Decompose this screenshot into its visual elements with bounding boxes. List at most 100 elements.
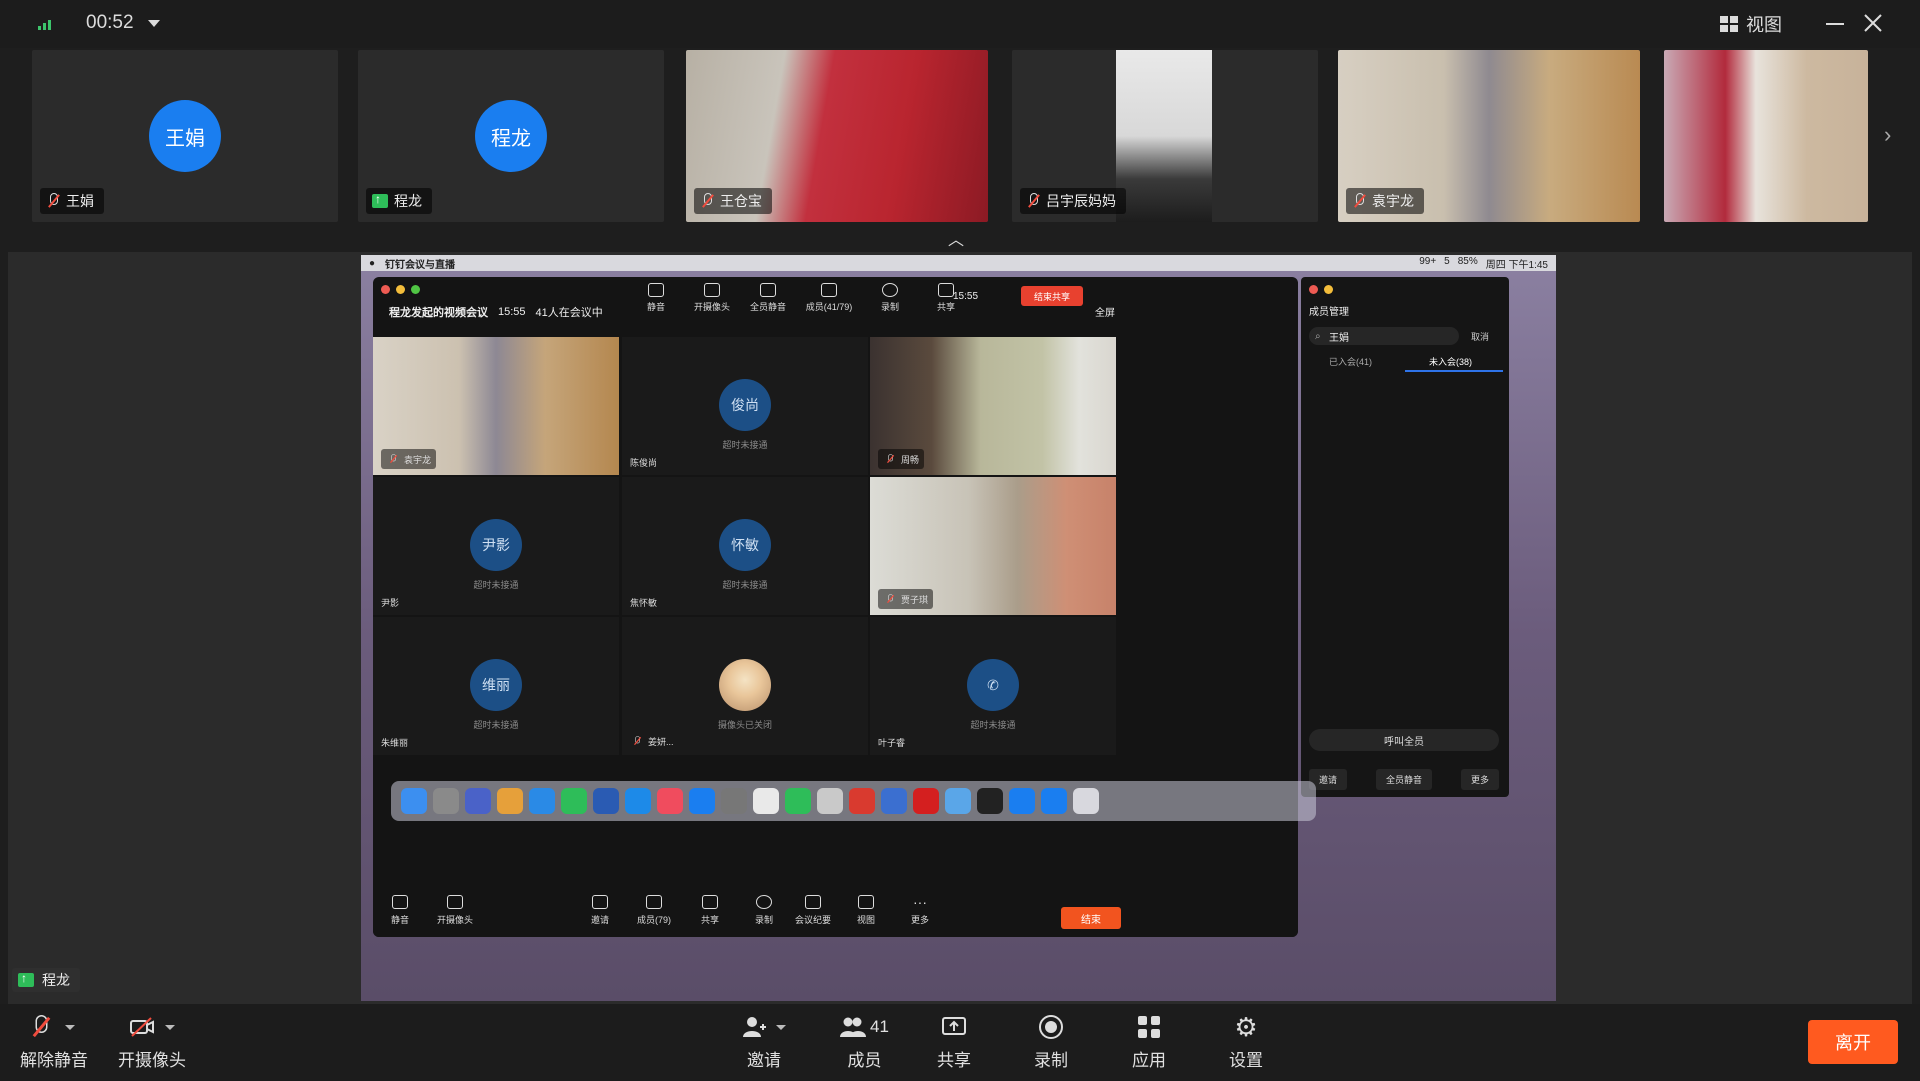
invite-button[interactable]: 邀请 <box>591 895 609 926</box>
record-icon <box>882 283 898 297</box>
acrobat-icon[interactable] <box>913 788 939 814</box>
app-icon[interactable] <box>817 788 843 814</box>
view-button[interactable]: 视图 <box>1720 10 1782 38</box>
members-button[interactable]: 成员(41/79) <box>803 283 855 313</box>
video-tile[interactable]: 摄像头已关闭 姜妍... <box>622 617 868 755</box>
participant-thumb[interactable]: 袁宇龙 <box>1338 50 1640 222</box>
wps-icon[interactable] <box>849 788 875 814</box>
safari-icon[interactable] <box>625 788 651 814</box>
active-tab-indicator <box>1405 370 1503 372</box>
music-icon[interactable] <box>657 788 683 814</box>
mic-off-icon <box>30 1015 51 1039</box>
view-label: 视图 <box>1746 15 1782 35</box>
meeting-time: 15:55 <box>498 306 526 318</box>
more-button[interactable]: ··· 更多 <box>911 895 929 926</box>
video-tile[interactable]: 尹影 超时未接通 尹影 <box>373 477 619 615</box>
mute-button[interactable]: 静音 <box>635 283 677 313</box>
camera-button[interactable]: 开摄像头 <box>691 283 733 313</box>
siri-icon[interactable] <box>465 788 491 814</box>
member-search-input[interactable]: ⌕ 王娟 <box>1309 327 1459 345</box>
participant-thumb[interactable]: 王娟 王娟 <box>32 50 338 222</box>
mute-all-button[interactable]: 全员静音 <box>1375 769 1432 790</box>
close-icon[interactable] <box>1862 12 1884 34</box>
call-all-button[interactable]: 呼叫全员 <box>1309 729 1499 751</box>
toolbar-label: 共享 <box>701 915 720 925</box>
leave-button[interactable]: 离开 <box>1808 1020 1898 1064</box>
toolbar-label: 邀请 <box>591 915 610 925</box>
caret-icon[interactable] <box>776 1024 786 1030</box>
tab-not-joined[interactable]: 未入会(38) <box>1429 355 1472 368</box>
record-icon <box>756 895 772 909</box>
chevron-up-icon[interactable]: ︿ <box>948 226 964 250</box>
video-tile[interactable]: 周畅 <box>870 337 1116 475</box>
apps-button[interactable]: 应用 <box>1132 1014 1166 1071</box>
minutes-button[interactable]: 会议纪要 <box>795 895 831 926</box>
end-share-button[interactable]: 结束共享 <box>1021 286 1083 306</box>
tab-joined[interactable]: 已入会(41) <box>1329 355 1372 368</box>
video-tile[interactable]: 维丽 超时未接通 朱维丽 <box>373 617 619 755</box>
settings-icon[interactable] <box>721 788 747 814</box>
unmute-button[interactable]: 解除静音 <box>20 1014 88 1071</box>
toolbar-label: 视图 <box>857 915 876 925</box>
participant-thumb[interactable] <box>1664 50 1868 222</box>
messages-icon[interactable] <box>529 788 555 814</box>
app-store-icon[interactable] <box>689 788 715 814</box>
minimize-icon[interactable] <box>1826 23 1844 25</box>
call-status: 超时未接通 <box>473 720 519 730</box>
share-button[interactable]: 共享 <box>937 1014 971 1071</box>
chevron-right-icon[interactable]: › <box>1884 122 1891 148</box>
chrome-icon[interactable] <box>753 788 779 814</box>
mic-off-icon <box>633 736 641 746</box>
member-icon <box>646 895 662 909</box>
qq-icon[interactable] <box>977 788 1003 814</box>
caret-icon[interactable] <box>165 1024 175 1030</box>
camera-button[interactable]: 开摄像头 <box>118 1014 186 1071</box>
finder-icon[interactable] <box>401 788 427 814</box>
view-button[interactable]: 视图 <box>857 895 875 926</box>
end-meeting-button[interactable]: 结束 <box>1061 907 1121 929</box>
participant-name: 王娟 <box>66 193 94 209</box>
app-icon[interactable] <box>881 788 907 814</box>
unmute-label: 解除静音 <box>20 1051 88 1070</box>
signal-icon <box>38 18 52 30</box>
more-icon: ··· <box>913 894 927 910</box>
app-icon[interactable] <box>945 788 971 814</box>
mute-button[interactable]: 静音 <box>391 895 409 926</box>
mic-off-icon <box>1026 193 1040 209</box>
invite-button[interactable]: 邀请 <box>742 1014 786 1071</box>
share-button[interactable]: 共享 <box>701 895 719 926</box>
chevron-down-icon[interactable] <box>148 20 160 27</box>
zoom-icon[interactable] <box>1041 788 1067 814</box>
participant-thumb[interactable]: 吕宇辰妈妈 <box>1012 50 1318 222</box>
record-button[interactable]: 录制 <box>869 283 911 313</box>
record-button[interactable]: 录制 <box>1034 1014 1068 1071</box>
trash-icon[interactable] <box>1073 788 1099 814</box>
record-button[interactable]: 录制 <box>755 895 773 926</box>
photos-icon[interactable] <box>497 788 523 814</box>
word-icon[interactable] <box>593 788 619 814</box>
mute-all-button[interactable]: 全员静音 <box>747 283 789 313</box>
more-button[interactable]: 更多 <box>1460 769 1499 790</box>
video-tile[interactable]: ✆ 超时未接通 叶子睿 <box>870 617 1116 755</box>
wechat-icon[interactable] <box>785 788 811 814</box>
share-label: 共享 <box>937 1051 971 1070</box>
camera-button[interactable]: 开摄像头 <box>437 895 473 926</box>
video-tile[interactable]: 怀敏 超时未接通 焦怀敏 <box>622 477 868 615</box>
caret-icon[interactable] <box>65 1024 75 1030</box>
video-tile[interactable]: 俊尚 超时未接通 陈俊尚 <box>622 337 868 475</box>
fullscreen-button[interactable]: 全屏 <box>1095 304 1115 319</box>
facetime-icon[interactable] <box>561 788 587 814</box>
participant-thumb[interactable]: 王仓宝 <box>686 50 988 222</box>
members-button[interactable]: 成员(79) <box>637 895 671 926</box>
launchpad-icon[interactable] <box>433 788 459 814</box>
toolbar-label: 开摄像头 <box>437 915 474 925</box>
participant-thumb[interactable]: 程龙 程龙 <box>358 50 664 222</box>
settings-button[interactable]: ⚙ 设置 <box>1229 1012 1263 1071</box>
mac-app-name: 钉钉会议与直播 <box>385 259 456 271</box>
cancel-button[interactable]: 取消 <box>1471 330 1489 343</box>
mic-off-icon <box>886 594 894 604</box>
members-button[interactable]: 41 成员 <box>840 1014 889 1071</box>
video-tile[interactable]: 袁宇龙 <box>373 337 619 475</box>
video-tile[interactable]: 贾子琪 <box>870 477 1116 615</box>
dingtalk-icon[interactable] <box>1009 788 1035 814</box>
